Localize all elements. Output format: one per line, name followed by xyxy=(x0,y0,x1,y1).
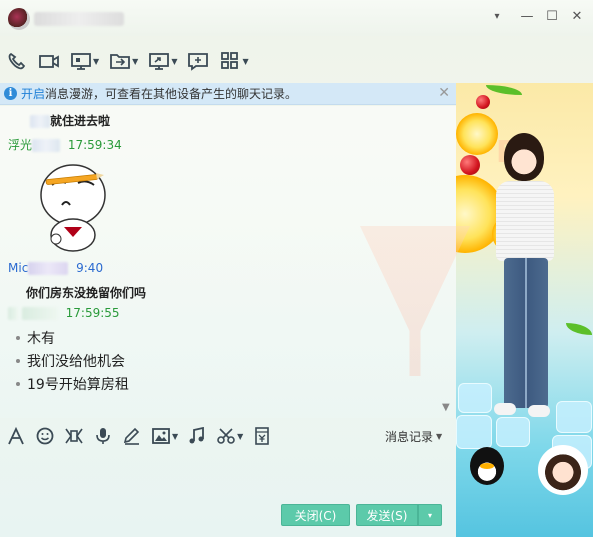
gif-button[interactable] xyxy=(64,424,84,448)
contact-name-blurred xyxy=(34,12,124,26)
chevron-down-icon: ▼ xyxy=(171,56,178,66)
bullet-icon xyxy=(16,382,20,386)
music-button[interactable] xyxy=(187,424,207,448)
notice-close-icon[interactable]: ✕ xyxy=(438,85,450,101)
shoe-decoration xyxy=(528,405,550,417)
add-chat-button[interactable] xyxy=(187,48,209,74)
screenshot-icon xyxy=(217,428,235,444)
blurred-text xyxy=(28,262,69,275)
sender-name[interactable]: 浮光 xyxy=(8,138,32,152)
close-button[interactable]: 关闭(C) xyxy=(281,504,350,526)
blurred-text xyxy=(8,307,18,320)
voice-call-button[interactable] xyxy=(6,48,28,74)
message-sender-line: Mic 9:40 xyxy=(8,261,103,275)
video-icon xyxy=(39,55,59,68)
enable-roaming-link[interactable]: 开启 xyxy=(21,85,45,102)
message-line: 我们没给他机会 xyxy=(16,351,125,371)
chat-toolbar: ▼ ▼ ▼ ▼ xyxy=(0,44,259,78)
remote-desktop-button[interactable]: ▼ xyxy=(148,48,177,74)
emoji-button[interactable] xyxy=(35,424,55,448)
shoe-decoration xyxy=(494,403,516,415)
voice-message-button[interactable] xyxy=(93,424,113,448)
qq-penguin-icon[interactable] xyxy=(470,447,504,485)
bullet-icon xyxy=(16,336,20,340)
chevron-down-icon: ▼ xyxy=(242,56,249,66)
ice-cube-decoration xyxy=(496,417,530,447)
minimize-icon[interactable]: — xyxy=(518,8,536,26)
ice-cube-decoration xyxy=(458,383,492,413)
avatar-character-head xyxy=(504,133,544,181)
font-icon xyxy=(8,427,24,445)
chevron-down-icon: ▼ xyxy=(93,56,100,66)
leaf-decoration xyxy=(566,323,592,335)
ice-cube-decoration xyxy=(556,401,592,433)
cherry-decoration xyxy=(476,95,490,109)
message-roaming-notice: i 开启 消息漫游，可查看在其他设备产生的聊天记录。 ✕ xyxy=(0,83,456,105)
chevron-down-icon: ▼ xyxy=(436,432,443,441)
red-packet-icon xyxy=(255,427,270,445)
message-line: 木有 xyxy=(16,328,55,348)
notice-text: 消息漫游，可查看在其他设备产生的聊天记录。 xyxy=(45,87,298,101)
message-input[interactable] xyxy=(0,452,456,498)
file-transfer-icon xyxy=(110,54,131,69)
message-history-button[interactable]: 消息记录 ▼ xyxy=(385,428,442,445)
send-image-button[interactable]: ▼ xyxy=(151,424,178,448)
screen-share-button[interactable]: ▼ xyxy=(70,48,99,74)
message-time: 9:40 xyxy=(76,261,104,275)
maximize-icon[interactable]: ☐ xyxy=(543,8,561,26)
message-line: 19号开始算房租 xyxy=(16,374,129,394)
send-options-button[interactable]: ▾ xyxy=(418,504,442,526)
my-avatar[interactable] xyxy=(538,445,588,495)
red-packet-button[interactable] xyxy=(252,424,272,448)
chevron-down-icon: ▼ xyxy=(172,431,179,441)
doodle-button[interactable] xyxy=(122,424,142,448)
chevron-down-icon: ▼ xyxy=(132,56,139,66)
video-call-button[interactable] xyxy=(38,48,60,74)
emoji-icon xyxy=(36,427,54,445)
close-icon[interactable]: ✕ xyxy=(568,8,586,26)
sticker-image[interactable] xyxy=(38,163,108,253)
avatar-character-legs xyxy=(504,258,548,408)
lemon-slice-decoration xyxy=(456,113,498,155)
gif-icon xyxy=(65,428,83,444)
apps-button[interactable]: ▼ xyxy=(219,48,249,74)
leaf-decoration xyxy=(486,85,522,95)
dropdown-icon[interactable]: ▾ xyxy=(488,8,506,26)
sender-name[interactable]: Mic xyxy=(8,261,28,275)
info-icon: i xyxy=(4,87,17,100)
chat-theme-panel: ER xyxy=(456,83,593,537)
voice-icon xyxy=(96,428,110,444)
message-text: 你们房东没挽留你们吗 xyxy=(26,286,147,300)
remote-desktop-icon xyxy=(149,53,170,70)
cocktail-glass-decoration xyxy=(360,226,470,376)
message-time: 17:59:55 xyxy=(65,306,120,320)
blurred-text xyxy=(32,139,61,152)
pencil-icon xyxy=(123,427,140,445)
send-button[interactable]: 发送(S) xyxy=(356,504,418,526)
contact-avatar[interactable] xyxy=(8,8,30,30)
blurred-text xyxy=(21,307,58,320)
message-sender-line: 浮光 17:59:55 xyxy=(8,306,120,320)
screenshot-button[interactable]: ▼ xyxy=(216,424,243,448)
blurred-text xyxy=(30,115,50,128)
image-icon xyxy=(152,428,170,444)
bullet-icon xyxy=(16,359,20,363)
avatar-character-body xyxy=(496,181,554,261)
ice-cube-decoration xyxy=(456,415,492,449)
scroll-to-bottom-icon[interactable]: ▼ xyxy=(442,402,450,413)
title-bar: ▾ — ☐ ✕ xyxy=(0,0,593,36)
chevron-down-icon: ▼ xyxy=(237,431,244,441)
file-transfer-button[interactable]: ▼ xyxy=(109,48,138,74)
font-button[interactable] xyxy=(6,424,26,448)
chat-message-area[interactable]: 就住进去啦 浮光 17:59:34 Mic 9:40 你们房东没挽留你们吗 浮光… xyxy=(0,106,470,418)
apps-icon xyxy=(221,52,239,69)
phone-icon xyxy=(8,52,26,70)
message-text: 就住进去啦 xyxy=(30,112,110,129)
message-sender-line: 浮光 17:59:34 xyxy=(8,136,122,153)
add-chat-icon xyxy=(188,53,209,71)
message-time: 17:59:34 xyxy=(67,138,122,152)
cherry-decoration xyxy=(460,155,480,175)
music-icon xyxy=(189,427,205,444)
screen-share-icon xyxy=(71,53,91,70)
